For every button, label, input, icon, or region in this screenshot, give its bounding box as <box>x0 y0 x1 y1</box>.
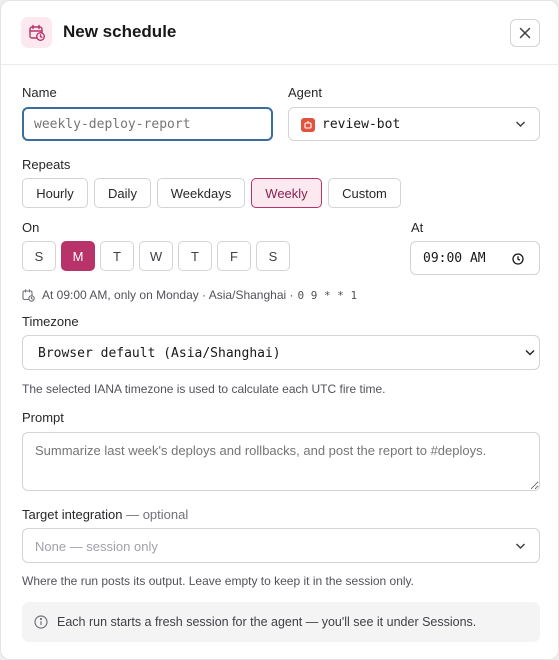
dialog-title: New schedule <box>63 22 177 41</box>
timezone-label: Timezone <box>22 314 79 329</box>
prompt-textarea[interactable] <box>22 432 540 491</box>
day-tuesday[interactable]: T <box>100 241 134 271</box>
chevron-down-icon <box>515 543 526 550</box>
target-label-text: Target integration <box>22 507 123 522</box>
repeat-option-weekdays[interactable]: Weekdays <box>157 178 245 208</box>
optional-hint: — optional <box>126 507 189 522</box>
agent-bot-icon <box>301 118 315 132</box>
time-value: 09:00 AM <box>423 251 486 266</box>
agent-select[interactable]: review-bot <box>288 107 540 141</box>
info-icon <box>34 615 48 629</box>
day-thursday[interactable]: T <box>178 241 212 271</box>
target-integration-select[interactable]: None — session only <box>22 528 540 563</box>
name-label: Name <box>22 85 57 100</box>
chevron-down-icon <box>515 121 526 128</box>
repeat-option-custom[interactable]: Custom <box>328 178 401 208</box>
calendar-clock-icon <box>22 288 35 302</box>
close-icon <box>519 27 531 39</box>
timezone-select[interactable]: Browser default (Asia/Shanghai) <box>22 335 540 370</box>
summary-text: At 09:00 AM, only on Monday · Asia/Shang… <box>42 288 294 302</box>
info-text: Each run starts a fresh session for the … <box>57 615 477 629</box>
day-friday[interactable]: F <box>217 241 251 271</box>
schedule-summary: At 09:00 AM, only on Monday · Asia/Shang… <box>22 288 357 302</box>
agent-value: review-bot <box>322 117 401 132</box>
repeat-option-hourly[interactable]: Hourly <box>22 178 88 208</box>
cron-expression: 0 9 * * 1 <box>297 288 358 302</box>
day-saturday[interactable]: S <box>256 241 290 271</box>
repeat-option-weekly[interactable]: Weekly <box>251 178 322 208</box>
day-sunday[interactable]: S <box>22 241 56 271</box>
day-wednesday[interactable]: W <box>139 241 173 271</box>
at-label: At <box>411 220 424 235</box>
timezone-help-text: The selected IANA timezone is used to ca… <box>22 382 386 396</box>
on-label: On <box>22 220 40 235</box>
clock-icon[interactable] <box>512 253 524 265</box>
repeat-option-daily[interactable]: Daily <box>94 178 151 208</box>
day-monday[interactable]: M <box>61 241 95 271</box>
info-callout: Each run starts a fresh session for the … <box>22 602 540 642</box>
dialog-header: New schedule <box>1 1 558 65</box>
prompt-label: Prompt <box>22 410 64 425</box>
name-input[interactable] <box>22 107 273 141</box>
time-input[interactable]: 09:00 AM <box>410 241 540 275</box>
calendar-clock-icon <box>21 17 52 48</box>
chevron-down-icon <box>525 349 535 356</box>
new-schedule-dialog: New schedule Name Agent review-bot Repea… <box>0 0 559 660</box>
agent-label: Agent <box>288 85 322 100</box>
timezone-value: Browser default (Asia/Shanghai) <box>38 346 281 361</box>
target-help-text: Where the run posts its output. Leave em… <box>22 574 414 588</box>
close-button[interactable] <box>510 19 540 47</box>
repeats-label: Repeats <box>22 157 71 172</box>
target-value: None — session only <box>35 539 158 554</box>
target-integration-label: Target integration — optional <box>22 507 188 522</box>
